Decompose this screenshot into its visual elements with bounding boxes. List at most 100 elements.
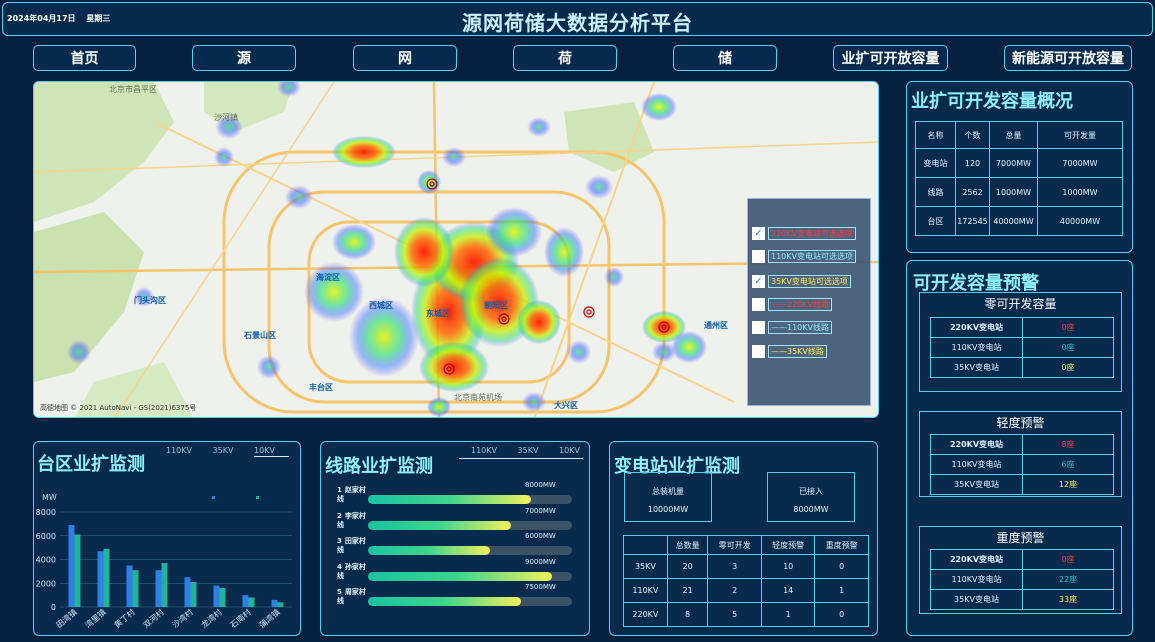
table-row: 110KV变电站 6座 — [930, 454, 1114, 475]
bar-fill — [368, 520, 511, 530]
table-cell: 120 — [955, 148, 990, 178]
station-type: 110KV变电站 — [930, 337, 1023, 358]
table-cell: 0 — [814, 554, 869, 579]
warning-table: 220KV变电站 8座 110KV变电站 6座 35KV变电站 12座 — [930, 434, 1114, 495]
line-name: 1 赵家村线 — [337, 486, 369, 504]
layer-toggle-110kv-line[interactable]: ——110KV线路 — [752, 321, 832, 334]
layer-toggle-220kv-line[interactable]: ——220KV线路 — [752, 298, 832, 311]
bar — [126, 565, 133, 607]
checkbox-icon[interactable]: ✓ — [752, 275, 765, 288]
nav-home-button[interactable]: 首页 — [33, 45, 136, 71]
table-cell: 1000MW — [1037, 177, 1123, 207]
district-monitor-title: 台区业扩监测 — [37, 454, 145, 475]
warning-group: 轻度预警 220KV变电站 8座 110KV变电站 6座 35KV变电站 12座 — [919, 411, 1122, 497]
nav-grid-button[interactable]: 网 — [353, 45, 457, 71]
checkbox-icon[interactable] — [752, 345, 765, 358]
table-cell: 40000MW — [989, 206, 1038, 236]
line-rank: 3 — [337, 537, 342, 545]
station-count: 12座 — [1022, 474, 1114, 495]
capacity-warning-panel: 可开发容量预警 零可开发容量 220KV变电站 0座 110KV变电站 0座 35KV变电… — [906, 260, 1133, 636]
bar — [103, 548, 110, 607]
layer-label: 35KV变电站可选选项 — [768, 275, 851, 288]
table-cell: 172545 — [955, 206, 990, 236]
table-header: 个数 — [955, 121, 990, 149]
warning-group-title: 重度预警 — [996, 531, 1045, 545]
nav-newenergy-capacity-button[interactable]: 新能源可开放容量 — [1004, 45, 1132, 71]
capacity-overview-table: 名称 个数 总量 可开发量 变电站 120 7000MW 7000MW 线路 2… — [915, 121, 1123, 236]
y-axis-label: MW — [42, 493, 57, 502]
table-row: 110KV变电站 22座 — [930, 569, 1114, 590]
connected-capacity-label: 已接入 — [799, 487, 823, 496]
table-header — [623, 535, 668, 555]
station-type: 110KV变电站 — [930, 454, 1023, 475]
table-row: 变电站 120 7000MW 7000MW — [915, 148, 1123, 178]
bar-value: 6000MW — [525, 532, 556, 540]
table-row: 220KV变电站 0座 — [930, 549, 1114, 570]
tab-110kv[interactable]: 110KV — [471, 446, 497, 455]
station-count: 0座 — [1022, 317, 1114, 338]
line-name: 4 孙家村线 — [337, 563, 369, 581]
nav-storage-button[interactable]: 储 — [673, 45, 777, 71]
heatmap-map[interactable]: 北京市昌平区 海淀区 西城区 东城区 朝阳区 丰台区 石景山区 门头沟区 通州区… — [33, 81, 879, 418]
nav-source-button[interactable]: 源 — [192, 45, 296, 71]
table-header: 零可开发 — [707, 535, 762, 555]
bar — [68, 525, 75, 607]
bar-track — [368, 520, 572, 530]
x-tick-label: 蒲湾镇 — [257, 607, 282, 630]
nav-load-button[interactable]: 荷 — [513, 45, 617, 71]
table-row: 35KV变电站 33座 — [930, 589, 1114, 610]
table-cell: 变电站 — [915, 148, 956, 178]
checkbox-icon[interactable] — [752, 250, 765, 263]
station-type: 35KV变电站 — [930, 589, 1023, 610]
warning-group: 重度预警 220KV变电站 0座 110KV变电站 22座 35KV变电站 33座 — [919, 526, 1122, 614]
line-voltage-tabs: 110KV 35KV 10KV — [471, 446, 598, 455]
layer-toggle-35kv-station[interactable]: ✓ 35KV变电站可选选项 — [752, 275, 851, 288]
total-capacity-value: 10000MW — [647, 505, 689, 514]
layer-toggle-220kv-station[interactable]: ✓ 220KV变电站可选选项 — [752, 227, 856, 240]
checkbox-icon[interactable] — [752, 321, 765, 334]
bar — [155, 570, 162, 607]
district-monitor-panel: 台区业扩监测 110KV 35KV 10KV MW 0 2000 4000 6000 80… — [33, 441, 301, 636]
table-cell: 2562 — [955, 177, 990, 207]
line-rank: 4 — [337, 562, 342, 571]
total-capacity-label: 总装机量 — [652, 487, 684, 496]
x-tick-label: 龙湾村 — [199, 607, 224, 630]
layer-toggle-110kv-station[interactable]: 110KV变电站可选选项 — [752, 250, 856, 263]
tab-underline — [459, 458, 583, 459]
bar-track — [368, 571, 572, 581]
table-cell: 220KV — [623, 602, 668, 627]
tab-110kv[interactable]: 110KV — [166, 446, 192, 455]
bar — [277, 602, 284, 607]
bar-track — [368, 546, 572, 555]
table-cell: 线路 — [915, 177, 956, 207]
nav-expansion-capacity-button[interactable]: 业扩可开放容量 — [833, 45, 948, 71]
table-row: 35KV变电站 0座 — [930, 357, 1114, 378]
table-cell: 2 — [707, 578, 762, 603]
station-count: 0座 — [1022, 337, 1114, 358]
tab-10kv[interactable]: 10KV — [254, 446, 289, 457]
table-cell: 5 — [707, 602, 762, 627]
checkbox-icon[interactable]: ✓ — [752, 227, 765, 240]
layer-label: ——110KV线路 — [768, 321, 832, 334]
layer-label: ——220KV线路 — [768, 298, 832, 311]
checkbox-icon[interactable] — [752, 298, 765, 311]
tab-10kv[interactable]: 10KV — [559, 446, 580, 455]
table-cell: 0 — [814, 602, 869, 627]
map-label: 西城区 — [369, 301, 393, 310]
warning-table: 220KV变电站 0座 110KV变电站 0座 35KV变电站 0座 — [930, 317, 1114, 378]
layer-control-panel: ✓ 220KV变电站可选选项 110KV变电站可选选项 ✓ 35KV变电站可选选… — [747, 198, 871, 406]
bar-value: 9000MW — [525, 557, 556, 566]
layer-label: ——35KV线路 — [768, 345, 827, 358]
table-header: 可开发量 — [1037, 121, 1123, 149]
bar-track — [368, 597, 572, 606]
table-row: 35KV 20 3 10 0 — [623, 554, 869, 579]
connected-capacity-card: 已接入 8000MW — [767, 472, 855, 522]
layer-toggle-35kv-line[interactable]: ——35KV线路 — [752, 345, 827, 358]
map-label: 沙河镇 — [214, 113, 238, 122]
warning-group-title: 零可开发容量 — [984, 297, 1057, 311]
y-tick-label: 4000 — [36, 556, 56, 565]
map-label: 通州区 — [704, 321, 728, 330]
tab-35kv[interactable]: 35KV — [518, 446, 539, 455]
tab-35kv[interactable]: 35KV — [213, 446, 234, 455]
table-row: 110KV变电站 0座 — [930, 337, 1114, 358]
